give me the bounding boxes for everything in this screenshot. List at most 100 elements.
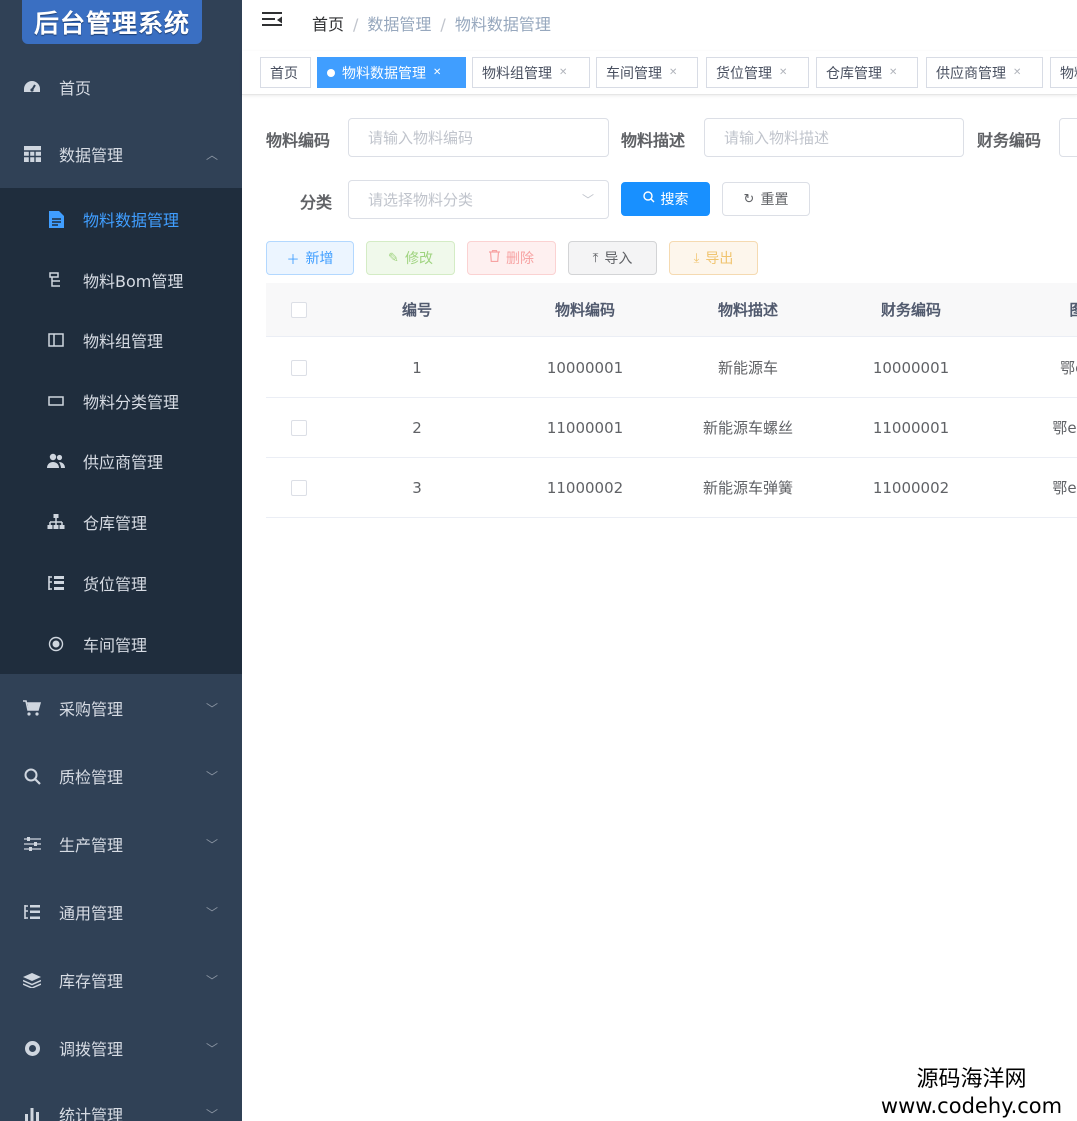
input-placeholder: 请输入物料编码 bbox=[368, 129, 474, 147]
row-checkbox[interactable] bbox=[291, 419, 307, 436]
tag-material-group[interactable]: 物料组管理 ✕ bbox=[472, 57, 590, 88]
sidebar-item-production[interactable]: 生产管理 ﹀ bbox=[0, 816, 242, 872]
table-row[interactable]: 3 11000002 新能源车弹簧 11000002 鄂ener bbox=[266, 458, 1077, 518]
cart-icon bbox=[22, 698, 42, 718]
sidebar-item-label: 通用管理 bbox=[59, 904, 124, 923]
sidebar-item-statistics[interactable]: 统计管理 ﹀ bbox=[0, 1086, 242, 1121]
sidebar-item-label: 库存管理 bbox=[59, 972, 124, 991]
tag-home[interactable]: 首页 bbox=[260, 57, 311, 88]
breadcrumb-item[interactable]: 首页 bbox=[312, 15, 344, 34]
swap-icon bbox=[22, 1038, 42, 1058]
breadcrumb: 首页 / 数据管理 / 物料数据管理 bbox=[312, 11, 551, 35]
active-dot-icon bbox=[327, 68, 335, 77]
edit-icon: ✎ bbox=[388, 250, 399, 266]
material-desc-input[interactable]: 请输入物料描述 bbox=[704, 118, 964, 157]
tag-cargo-location[interactable]: 货位管理 ✕ bbox=[706, 57, 809, 88]
breadcrumb-separator: / bbox=[353, 15, 359, 34]
material-code-input[interactable]: 请输入物料编码 bbox=[348, 118, 609, 157]
data-submenu: 物料数据管理 物料Bom管理 物料组管理 物料分类管理 供应商管理 仓库管理 货… bbox=[0, 188, 242, 674]
sidebar-item-general[interactable]: 通用管理 ﹀ bbox=[0, 884, 242, 940]
sidebar-item-warehouse[interactable]: 仓库管理 bbox=[0, 492, 242, 552]
chevron-down-icon: ﹀ bbox=[205, 701, 218, 716]
search-button-label: 搜索 bbox=[660, 192, 689, 208]
sidebar-item-workshop[interactable]: 车间管理 bbox=[0, 614, 242, 674]
sidebar-item-quality-inspection[interactable]: 质检管理 ﹀ bbox=[0, 748, 242, 804]
close-icon[interactable]: ✕ bbox=[559, 67, 567, 78]
sidebar-item-label: 货位管理 bbox=[83, 575, 148, 594]
category-select[interactable]: 请选择物料分类 ﹀ bbox=[348, 180, 609, 219]
row-checkbox[interactable] bbox=[291, 479, 307, 496]
row-checkbox[interactable] bbox=[291, 359, 307, 376]
table-row[interactable]: 1 10000001 新能源车 10000001 鄂en bbox=[266, 338, 1077, 398]
sidebar-item-cargo-location[interactable]: 货位管理 bbox=[0, 553, 242, 613]
cell-finance: 11000001 bbox=[872, 418, 950, 437]
delete-button[interactable]: 删除 bbox=[467, 241, 556, 275]
sidebar-item-data-management[interactable]: 数据管理 ︿ bbox=[0, 126, 242, 182]
hamburger-icon[interactable] bbox=[262, 12, 282, 30]
watermark: 源码海洋网 www.codehy.com bbox=[866, 1064, 1077, 1121]
sidebar-item-label: 调拨管理 bbox=[59, 1040, 124, 1059]
close-icon[interactable]: ✕ bbox=[669, 67, 677, 78]
column-header: 编号 bbox=[401, 301, 432, 319]
sidebar-item-supplier[interactable]: 供应商管理 bbox=[0, 431, 242, 491]
table-row[interactable]: 2 11000001 新能源车螺丝 11000001 鄂ener bbox=[266, 398, 1077, 458]
sidebar-item-inventory[interactable]: 库存管理 ﹀ bbox=[0, 952, 242, 1008]
tag-warehouse[interactable]: 仓库管理 ✕ bbox=[816, 57, 918, 88]
chevron-down-icon: ﹀ bbox=[205, 837, 218, 852]
cell-desc: 新能源车螺丝 bbox=[702, 419, 793, 437]
export-button[interactable]: ⤓ 导出 bbox=[669, 241, 758, 275]
search-icon bbox=[642, 191, 655, 207]
close-icon[interactable]: ✕ bbox=[779, 67, 787, 78]
tag-supplier[interactable]: 供应商管理 ✕ bbox=[926, 57, 1043, 88]
app-logo[interactable]: 后台管理系统 bbox=[22, 0, 202, 44]
navbar: 首页 / 数据管理 / 物料数据管理 bbox=[242, 0, 1077, 44]
reset-button-label: 重置 bbox=[760, 192, 789, 208]
cell-extra: 鄂en bbox=[1060, 359, 1077, 377]
sidebar-item-material-category[interactable]: 物料分类管理 bbox=[0, 371, 242, 431]
sidebar-item-material-group[interactable]: 物料组管理 bbox=[0, 310, 242, 370]
breadcrumb-item: 物料数据管理 bbox=[454, 15, 551, 34]
sidebar-item-home[interactable]: 首页 bbox=[0, 59, 242, 115]
reset-button[interactable]: ↻ 重置 bbox=[722, 182, 810, 216]
column-header: 财务编码 bbox=[880, 301, 941, 319]
select-all-checkbox[interactable] bbox=[291, 301, 307, 318]
finance-code-input[interactable] bbox=[1059, 118, 1077, 157]
sidebar-item-label: 生产管理 bbox=[59, 836, 124, 855]
document-icon bbox=[46, 209, 66, 229]
sidebar-item-material-data[interactable]: 物料数据管理 bbox=[0, 189, 242, 249]
add-button-label: 新增 bbox=[305, 251, 334, 267]
cell-no: 2 bbox=[412, 418, 422, 437]
chevron-down-icon: ﹀ bbox=[205, 905, 218, 920]
cell-code: 10000001 bbox=[546, 358, 624, 377]
plus-icon: ＋ bbox=[286, 252, 300, 268]
list-icon bbox=[22, 902, 42, 922]
cell-extra: 鄂ener bbox=[1052, 479, 1077, 497]
sidebar-item-label: 数据管理 bbox=[59, 146, 124, 165]
search-button[interactable]: 搜索 bbox=[621, 182, 710, 216]
breadcrumb-separator: / bbox=[440, 15, 446, 34]
sidebar-item-purchase[interactable]: 采购管理 ﹀ bbox=[0, 680, 242, 736]
sidebar-item-label: 统计管理 bbox=[59, 1106, 124, 1121]
close-icon[interactable]: ✕ bbox=[889, 67, 897, 78]
delete-icon bbox=[489, 249, 500, 266]
upload-icon: ⤒ bbox=[592, 250, 599, 266]
row-checkbox-cell bbox=[266, 398, 332, 457]
cell-no: 1 bbox=[412, 358, 422, 377]
tag-label: 物料数据管理 bbox=[342, 65, 426, 82]
close-icon[interactable]: ✕ bbox=[1013, 67, 1021, 78]
column-header: 物料描述 bbox=[717, 301, 778, 319]
add-button[interactable]: ＋ 新增 bbox=[266, 241, 354, 275]
edit-button[interactable]: ✎ 修改 bbox=[366, 241, 455, 275]
tag-material-data[interactable]: 物料数据管理 ✕ bbox=[317, 57, 466, 88]
sidebar-item-label: 供应商管理 bbox=[83, 453, 164, 472]
import-button[interactable]: ⤒ 导入 bbox=[568, 241, 657, 275]
tag-material-truncated[interactable]: 物料 bbox=[1050, 57, 1077, 88]
sidebar-item-transfer[interactable]: 调拨管理 ﹀ bbox=[0, 1020, 242, 1076]
chevron-down-icon: ﹀ bbox=[205, 973, 218, 988]
close-icon[interactable]: ✕ bbox=[433, 67, 441, 78]
tag-workshop[interactable]: 车间管理 ✕ bbox=[596, 57, 698, 88]
sidebar-item-material-bom[interactable]: 物料Bom管理 bbox=[0, 250, 242, 310]
refresh-icon: ↻ bbox=[743, 191, 755, 207]
chevron-down-icon: ﹀ bbox=[205, 1107, 218, 1121]
tag-label: 供应商管理 bbox=[936, 65, 1006, 82]
